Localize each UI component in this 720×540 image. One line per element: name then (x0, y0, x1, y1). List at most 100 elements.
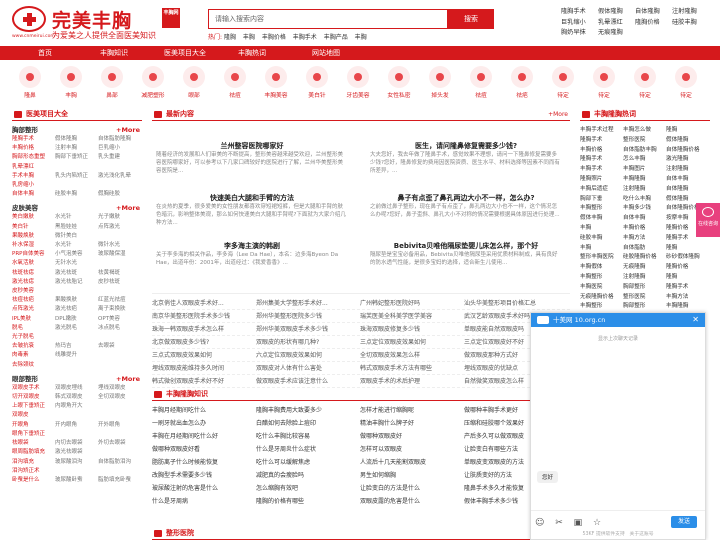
left-link[interactable]: 胸部形态重塑 (12, 153, 55, 162)
left-link[interactable]: 皮秒祛斑 (98, 278, 141, 287)
article-link[interactable]: 双眼皮的形状有哪几种? (256, 336, 360, 348)
category-slimming[interactable]: 减肥塑形 (133, 62, 173, 99)
hot-item[interactable]: 丰胸手术 (293, 34, 317, 41)
hotword-link[interactable]: 自体脂肪 (623, 244, 666, 254)
left-link[interactable]: 泪沟矫正术 (12, 467, 55, 476)
left-link[interactable]: 假胸硅胶 (98, 190, 141, 199)
article-link[interactable]: 什么是牙周炎什么症状 (256, 443, 360, 456)
hotword-link[interactable]: 丰胸假体 (580, 263, 623, 273)
hotword-link[interactable]: 丰胸手术 (580, 165, 623, 175)
left-link[interactable]: 去皱抗衰 (12, 342, 55, 351)
top-link[interactable]: 乳晕漂红 (598, 18, 635, 29)
hotword-link[interactable]: 胸部下垂 (580, 195, 623, 205)
hotword-link[interactable]: 丰胸手术过程 (580, 126, 623, 136)
hotword-link[interactable]: 隆胸手术 (666, 283, 709, 293)
top-link[interactable]: 假体隆胸 (598, 7, 635, 18)
hotword-link[interactable]: 整形医院 (623, 136, 666, 146)
category-private[interactable]: 女性私密 (379, 62, 419, 99)
left-link[interactable]: 小气泡美容 (55, 250, 98, 259)
hotword-link[interactable]: 怎么丰胸 (623, 155, 666, 165)
left-link[interactable]: 去眼袋 (98, 342, 141, 351)
category-eye[interactable]: 眼部 (174, 62, 214, 99)
left-link[interactable]: 巨乳缩小 (98, 144, 141, 153)
hotword-link[interactable]: 注射隆胸 (623, 273, 666, 283)
left-link[interactable]: 激光脱毛 (55, 324, 98, 333)
article-link[interactable]: 郑州集美大学整形手术好... (256, 297, 360, 309)
hotword-link[interactable]: 丰胸整形 (580, 204, 623, 214)
hotword-link[interactable]: 隆胸价格 (666, 263, 709, 273)
hotword-link[interactable]: 丰胸 (580, 224, 623, 234)
hotword-link[interactable]: 丰胸 (580, 244, 623, 254)
left-link[interactable]: 手术丰胸 (12, 172, 55, 181)
left-link[interactable]: 补水保湿 (12, 241, 55, 250)
left-link[interactable]: 双眼皮手术 (12, 384, 55, 393)
left-block-more-link[interactable]: +More (116, 375, 140, 384)
article-link[interactable]: 做哪种双眼皮好 (360, 430, 464, 443)
hotword-link[interactable]: 隆胸 (666, 273, 709, 283)
category-pending-2[interactable]: 待定 (584, 62, 624, 99)
article-link[interactable]: 做双眼皮手术应该注意什么 (256, 375, 360, 387)
article-link[interactable]: 南京华美整形医院手术多少钱 (152, 310, 256, 322)
left-link[interactable]: DPL嫩肤 (55, 315, 98, 324)
category-whitening[interactable]: 美白针 (297, 62, 337, 99)
left-link[interactable]: 水氧活肤 (12, 259, 55, 268)
latest-more-link[interactable]: +More (548, 108, 568, 121)
article-link[interactable]: 双眼皮对人体有什么害处 (256, 362, 360, 374)
article-link[interactable]: 精油丰胸什么牌子好 (360, 417, 464, 430)
left-block-heading[interactable]: 胸部整形 +More (12, 126, 142, 135)
left-link[interactable]: 水光针 (55, 241, 98, 250)
left-link[interactable]: IPL美肤 (12, 315, 55, 324)
category-pending-1[interactable]: 待定 (543, 62, 583, 99)
hotword-link[interactable]: 隆胸 (666, 126, 709, 136)
top-link[interactable]: 注射隆胸 (672, 7, 709, 18)
category-acne-2[interactable]: 祛痘 (461, 62, 501, 99)
hotword-link[interactable]: 胸部整形 (623, 302, 666, 312)
left-link[interactable]: 祛斑祛痣 (12, 269, 55, 278)
top-link[interactable]: 自体隆胸 (635, 7, 672, 18)
article-link[interactable]: 一刷牙就出血怎么办 (152, 417, 256, 430)
article-link[interactable]: 北京做双眼皮多少钱? (152, 336, 256, 348)
category-acne[interactable]: 祛痘 (215, 62, 255, 99)
send-button[interactable]: 发送 (671, 516, 697, 528)
left-link[interactable]: 脂肪填充卧蚕 (98, 476, 141, 485)
left-link[interactable]: 微针美白 (55, 232, 98, 241)
left-link[interactable]: 乳头重建 (98, 153, 141, 162)
article-link[interactable]: 脂肪离子什么时候能恢复 (152, 456, 256, 469)
category-breast-beauty[interactable]: 丰胸美容 (256, 62, 296, 99)
left-link[interactable]: 全切双眼皮 (98, 393, 141, 402)
article-link[interactable]: 隆胸丰胸费用大致要多少 (256, 404, 360, 417)
news-item[interactable]: 鼻子有点歪了鼻孔两边大小不一样，怎么办? 之前做过鼻子整形，现在鼻子有点歪了，鼻孔… (366, 193, 566, 219)
article-link[interactable]: 丰胸月经期间吃什么 (152, 404, 256, 417)
hotword-link[interactable]: 丰胸价格 (580, 146, 623, 156)
news-item[interactable]: 医生，请问隆鼻修复需要多少钱? 大夫您好，我去年做了隆鼻手术，感觉效果不理想，请问… (366, 141, 566, 176)
hotword-link[interactable]: 丰胸整形 (580, 302, 623, 312)
article-link[interactable]: 什么是牙周病 (152, 495, 256, 508)
news-item[interactable]: 李多海主演的韩剧 关于李多海的相关作品，李多海（Lee Da Hae），本名：边多… (152, 241, 352, 267)
left-link[interactable]: PRP自体美容 (12, 250, 55, 259)
article-link[interactable]: 三点式双眼皮效果如何 (152, 349, 256, 361)
article-link[interactable]: 双眼皮露的危害是什么 (360, 495, 464, 508)
news-item[interactable]: Bebivita贝唯他隔尿垫婴儿床怎么样，那个好 隔尿垫是宝宝必备用品，Bebiv… (366, 241, 566, 267)
left-link[interactable]: 红蓝光祛痘 (98, 296, 141, 305)
hotword-link[interactable]: 假体丰胸 (580, 214, 623, 224)
article-link[interactable]: 丰胸在月经期间吃什么好 (152, 430, 256, 443)
article-link[interactable]: 怎么缩胸有效吧 (256, 482, 360, 495)
article-link[interactable]: 双眼皮手术的术后护理 (360, 375, 464, 387)
article-link[interactable]: 做哪种双眼皮好看 (152, 443, 256, 456)
left-link[interactable]: 微针水光 (98, 241, 141, 250)
left-link[interactable]: 无针水光 (55, 259, 98, 268)
article-link[interactable]: 珠海一韩双眼皮手术怎么样 (152, 323, 256, 335)
chat-history-note[interactable]: 显示上次聊天记录 (531, 335, 705, 342)
hotword-link[interactable]: 硅胶隆胸价格 (623, 253, 666, 263)
left-link[interactable]: 硅胶丰胸 (55, 190, 98, 199)
hotword-link[interactable]: 无痕隆胸 (623, 263, 666, 273)
left-link[interactable]: 乳晕漂红 (12, 163, 55, 172)
left-link[interactable]: 自体脂肪隆胸 (98, 135, 141, 144)
hotword-link[interactable]: 丰胸医院 (580, 283, 623, 293)
left-link[interactable]: 美白嫩肤 (12, 213, 55, 222)
article-link[interactable]: 广州韩妃整形医院好吗 (360, 297, 464, 309)
hotword-link[interactable]: 丰胸隆胸 (623, 175, 666, 185)
left-link[interactable]: 开眼角 (12, 421, 55, 430)
left-link[interactable]: 玻尿酸泪沟 (55, 458, 98, 467)
top-link[interactable]: 隆胸价格 (635, 18, 672, 29)
